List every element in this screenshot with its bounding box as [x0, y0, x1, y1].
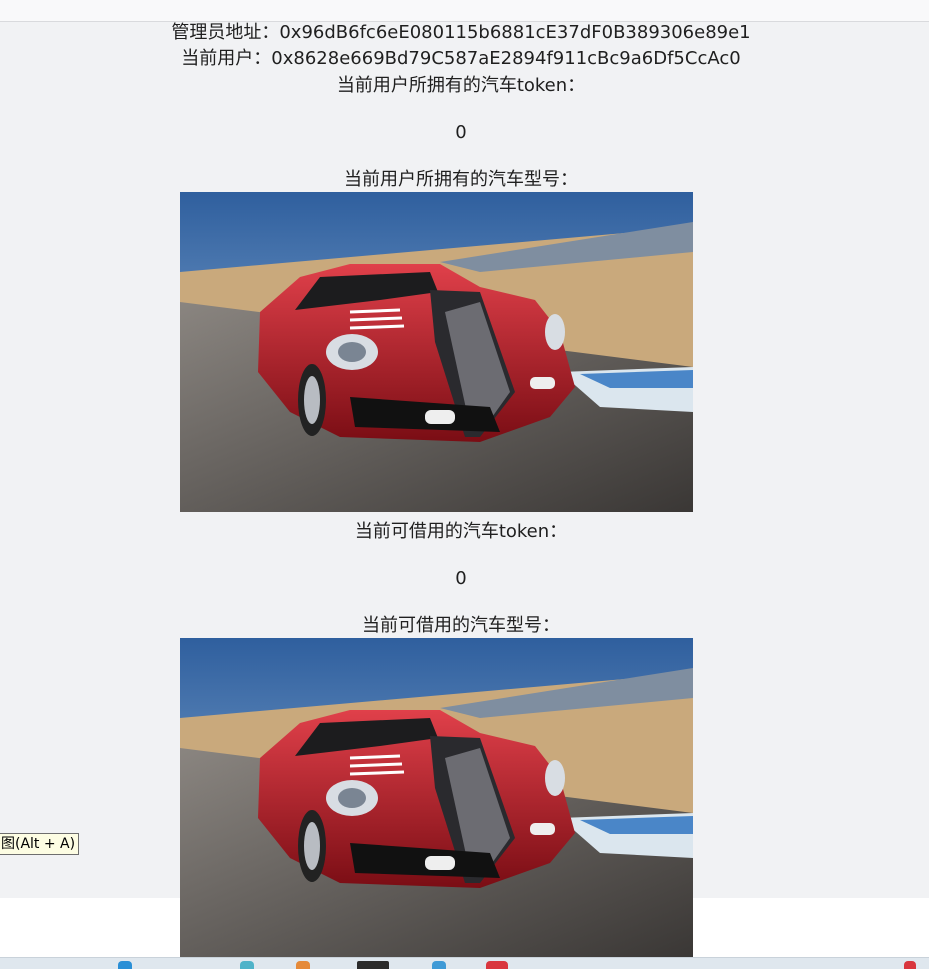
taskbar-app-icon[interactable] [118, 961, 132, 969]
car-illustration [180, 638, 693, 958]
admin-address-line: 管理员地址：0x96dB6fc6eE080115b6881cE37dF0B389… [0, 22, 922, 44]
borrowable-model-label: 当前可借用的汽车型号： [362, 615, 560, 636]
current-user-label: 当前用户： [181, 48, 272, 69]
borrowable-token-count: 0 [455, 568, 467, 589]
current-user-address: 0x8628e669Bd79C587aE2894f911cBc9a6Df5CcA… [271, 48, 741, 69]
taskbar-tray-icon[interactable] [904, 961, 916, 969]
current-user-line: 当前用户：0x8628e669Bd79C587aE2894f911cBc9a6D… [0, 48, 922, 70]
admin-address-label: 管理员地址： [171, 22, 280, 43]
admin-address-value: 0x96dB6fc6eE080115b6881cE37dF0B389306e89… [279, 22, 751, 43]
car-illustration [180, 192, 693, 512]
screenshot-tooltip: 图(Alt + A) [0, 833, 80, 855]
owned-car-image [180, 192, 693, 512]
taskbar-app-icon[interactable] [432, 961, 446, 969]
owned-token-count: 0 [455, 122, 467, 143]
owned-model-label: 当前用户所拥有的汽车型号： [344, 169, 578, 190]
borrowable-token-label: 当前可借用的汽车token： [354, 521, 568, 542]
taskbar-app-icon[interactable] [486, 961, 508, 969]
taskbar-app-icon[interactable] [357, 961, 389, 969]
taskbar-app-icon[interactable] [296, 961, 310, 969]
owned-token-label: 当前用户所拥有的汽车token： [336, 75, 586, 96]
browser-top-bar [0, 0, 929, 22]
taskbar-app-icon[interactable] [240, 961, 254, 969]
borrowable-car-image [180, 638, 693, 958]
taskbar [0, 957, 929, 969]
